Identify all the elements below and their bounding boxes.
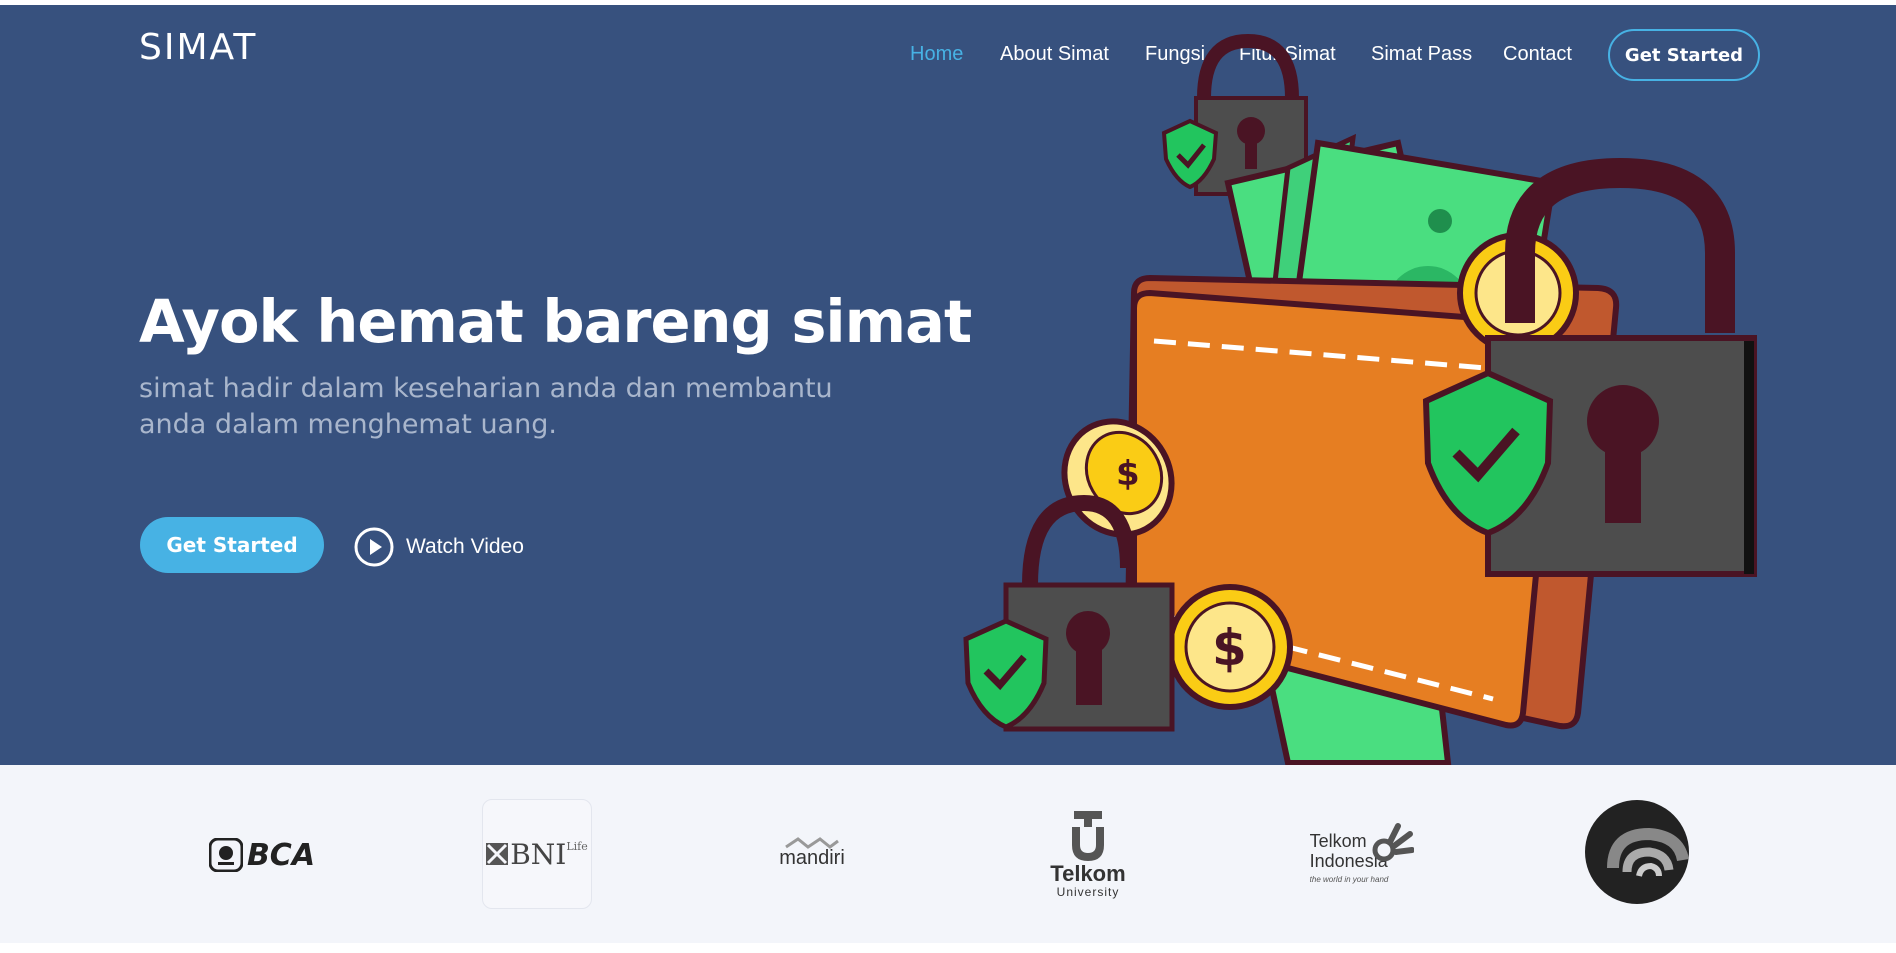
telkom-indonesia-logo: Telkom Indonesia the world in your hand — [1302, 815, 1422, 899]
get-started-button[interactable]: Get Started — [140, 517, 324, 573]
bni-emblem-icon — [486, 843, 509, 865]
clients-section: BCA BNI Life mandiri Telkom University T… — [0, 765, 1896, 943]
hero-subtitle: simat hadir dalam keseharian anda dan me… — [139, 373, 833, 440]
bottom-strip — [0, 943, 1896, 953]
bca-emblem-icon — [208, 838, 243, 872]
kominfo-emblem-icon — [1585, 800, 1689, 904]
bni-life-logo: BNI Life — [482, 799, 592, 909]
svg-text:$: $ — [1212, 619, 1247, 677]
coin-icon: $ — [1167, 584, 1293, 710]
hero-title: Ayok hemat bareng simat — [139, 287, 972, 356]
wallet-money-locks-illustration: $ $ — [963, 33, 1757, 765]
bca-logo: BCA — [208, 837, 316, 873]
kominfo-logo — [1582, 797, 1692, 907]
telkom-university-emblem-icon — [1072, 811, 1104, 861]
svg-text:$: $ — [1116, 454, 1140, 494]
nav-home[interactable]: Home — [910, 43, 963, 66]
watch-video-button[interactable]: Watch Video — [354, 525, 524, 569]
telkom-university-logo: Telkom University — [1046, 807, 1130, 903]
mandiri-logo: mandiri — [770, 833, 854, 873]
hero-section: SIMAT Home About Simat Fungsi Fitur Sima… — [0, 5, 1896, 765]
watch-video-label: Watch Video — [406, 535, 524, 558]
play-circle-icon — [354, 527, 394, 567]
telkom-hand-icon — [1372, 823, 1415, 862]
